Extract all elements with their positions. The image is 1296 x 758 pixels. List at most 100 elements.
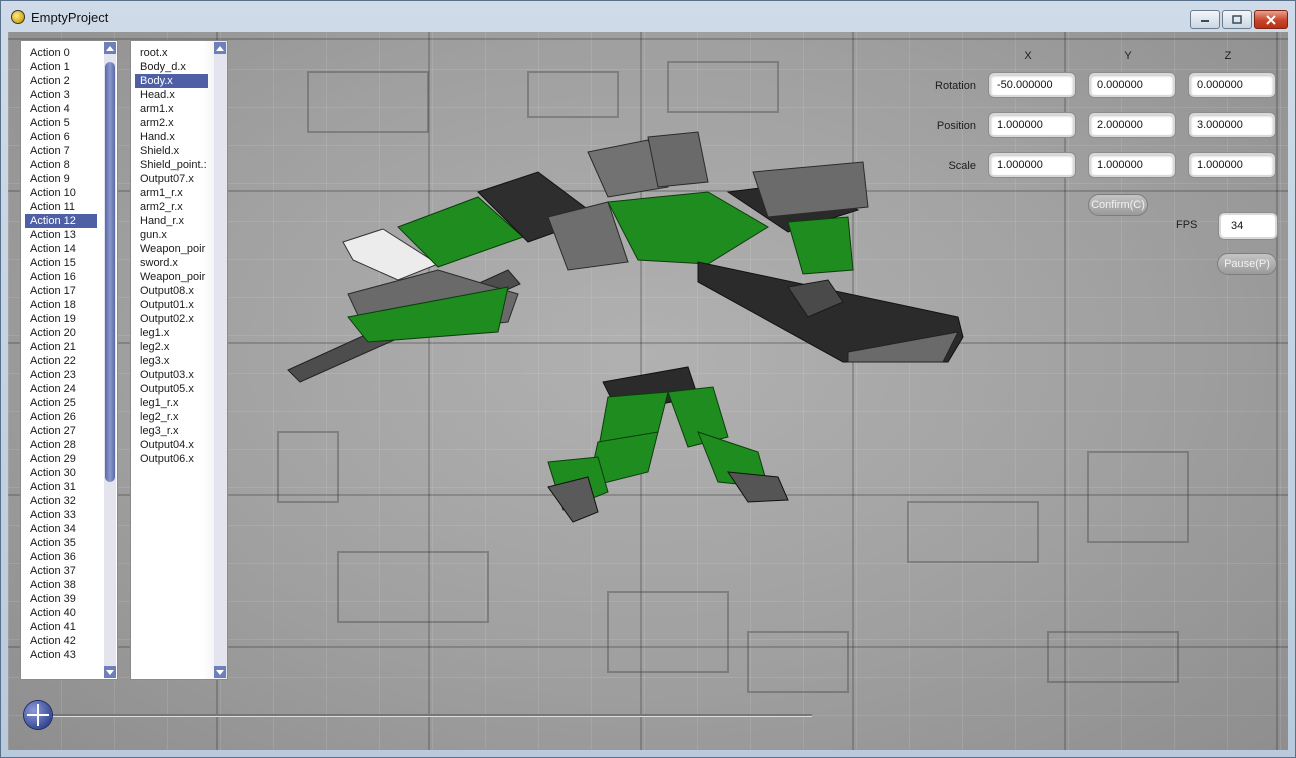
minimize-button[interactable]: [1190, 10, 1220, 29]
action-list-item[interactable]: Action 13: [25, 228, 97, 242]
rotation-y-field[interactable]: 0.000000: [1089, 73, 1175, 97]
action-list-item[interactable]: Action 23: [25, 368, 97, 382]
action-list-item[interactable]: Action 36: [25, 550, 97, 564]
action-list-item[interactable]: Action 14: [25, 242, 97, 256]
files-scrollbar[interactable]: [214, 42, 226, 678]
action-list-item[interactable]: Action 30: [25, 466, 97, 480]
action-list-item[interactable]: Action 7: [25, 144, 97, 158]
mesh-file-list-item[interactable]: Output03.x: [135, 368, 208, 382]
action-list-item[interactable]: Action 37: [25, 564, 97, 578]
mesh-file-list-item[interactable]: Weapon_poir: [135, 270, 208, 284]
action-list-item[interactable]: Action 0: [25, 46, 97, 60]
action-list-item[interactable]: Action 35: [25, 536, 97, 550]
mesh-file-list-item[interactable]: Output08.x: [135, 284, 208, 298]
scale-z-field[interactable]: 1.000000: [1189, 153, 1275, 177]
action-list-item[interactable]: Action 4: [25, 102, 97, 116]
action-list-item[interactable]: Action 41: [25, 620, 97, 634]
mesh-file-list-item[interactable]: leg1_r.x: [135, 396, 208, 410]
action-list-item[interactable]: Action 39: [25, 592, 97, 606]
mesh-file-list-item[interactable]: root.x: [135, 46, 208, 60]
action-list-item[interactable]: Action 27: [25, 424, 97, 438]
mesh-file-list-item[interactable]: sword.x: [135, 256, 208, 270]
timeline-slider-knob[interactable]: [24, 701, 52, 729]
action-list-item[interactable]: Action 19: [25, 312, 97, 326]
mesh-file-list-item[interactable]: Body_d.x: [135, 60, 208, 74]
mesh-file-list-item[interactable]: Output06.x: [135, 452, 208, 466]
mesh-file-list-item[interactable]: arm2.x: [135, 116, 208, 130]
scroll-up-button[interactable]: [214, 42, 226, 54]
action-list-item[interactable]: Action 12: [25, 214, 97, 228]
action-list-item[interactable]: Action 24: [25, 382, 97, 396]
action-list-item[interactable]: Action 43: [25, 648, 97, 662]
action-list-item[interactable]: Action 6: [25, 130, 97, 144]
mesh-file-list-item[interactable]: Hand_r.x: [135, 214, 208, 228]
close-button[interactable]: [1254, 10, 1288, 29]
action-list-item[interactable]: Action 32: [25, 494, 97, 508]
fps-field[interactable]: 34: [1219, 213, 1277, 239]
rotation-z-field[interactable]: 0.000000: [1189, 73, 1275, 97]
mesh-file-list-item[interactable]: gun.x: [135, 228, 208, 242]
action-list-item[interactable]: Action 3: [25, 88, 97, 102]
mesh-file-list-item[interactable]: arm1_r.x: [135, 186, 208, 200]
action-list-item[interactable]: Action 40: [25, 606, 97, 620]
action-list-item[interactable]: Action 15: [25, 256, 97, 270]
action-list-item[interactable]: Action 42: [25, 634, 97, 648]
action-list-item[interactable]: Action 2: [25, 74, 97, 88]
actions-list[interactable]: Action 0 Action 1 Action 2 Action 3 Action 4…: [20, 40, 118, 680]
action-list-item[interactable]: Action 22: [25, 354, 97, 368]
scale-y-field[interactable]: 1.000000: [1089, 153, 1175, 177]
action-list-item[interactable]: Action 34: [25, 522, 97, 536]
action-list-item[interactable]: Action 21: [25, 340, 97, 354]
mesh-file-list-item[interactable]: leg3_r.x: [135, 424, 208, 438]
scroll-up-button[interactable]: [104, 42, 116, 54]
mesh-file-list-item[interactable]: arm1.x: [135, 102, 208, 116]
mesh-file-list-item[interactable]: leg3.x: [135, 354, 208, 368]
mesh-file-list-item[interactable]: Body.x: [135, 74, 208, 88]
pause-button[interactable]: Pause(P): [1217, 253, 1277, 275]
mesh-file-list-item[interactable]: Weapon_poir: [135, 242, 208, 256]
maximize-button[interactable]: [1222, 10, 1252, 29]
mesh-file-list-item[interactable]: Shield.x: [135, 144, 208, 158]
action-list-item[interactable]: Action 10: [25, 186, 97, 200]
action-list-item[interactable]: Action 18: [25, 298, 97, 312]
confirm-button[interactable]: Confirm(C): [1088, 194, 1148, 216]
mesh-file-list-item[interactable]: leg1.x: [135, 326, 208, 340]
action-list-item[interactable]: Action 31: [25, 480, 97, 494]
position-y-field[interactable]: 2.000000: [1089, 113, 1175, 137]
action-list-item[interactable]: Action 11: [25, 200, 97, 214]
action-list-item[interactable]: Action 33: [25, 508, 97, 522]
mesh-file-list-item[interactable]: Hand.x: [135, 130, 208, 144]
action-list-item[interactable]: Action 38: [25, 578, 97, 592]
action-list-item[interactable]: Action 9: [25, 172, 97, 186]
actions-scrollbar[interactable]: [104, 42, 116, 678]
timeline-track[interactable]: [48, 714, 812, 716]
mesh-file-list-item[interactable]: Head.x: [135, 88, 208, 102]
scroll-down-button[interactable]: [214, 666, 226, 678]
action-list-item[interactable]: Action 20: [25, 326, 97, 340]
mesh-file-list-item[interactable]: arm2_r.x: [135, 200, 208, 214]
mesh-file-list-item[interactable]: Output02.x: [135, 312, 208, 326]
action-list-item[interactable]: Action 8: [25, 158, 97, 172]
mesh-file-list-item[interactable]: leg2_r.x: [135, 410, 208, 424]
title-bar[interactable]: EmptyProject: [1, 1, 1295, 33]
action-list-item[interactable]: Action 16: [25, 270, 97, 284]
action-list-item[interactable]: Action 5: [25, 116, 97, 130]
position-x-field[interactable]: 1.000000: [989, 113, 1075, 137]
action-list-item[interactable]: Action 17: [25, 284, 97, 298]
mesh-file-list-item[interactable]: Output04.x: [135, 438, 208, 452]
action-list-item[interactable]: Action 29: [25, 452, 97, 466]
action-list-item[interactable]: Action 28: [25, 438, 97, 452]
rotation-x-field[interactable]: -50.000000: [989, 73, 1075, 97]
scale-x-field[interactable]: 1.000000: [989, 153, 1075, 177]
action-list-item[interactable]: Action 1: [25, 60, 97, 74]
position-z-field[interactable]: 3.000000: [1189, 113, 1275, 137]
scroll-down-button[interactable]: [104, 666, 116, 678]
action-list-item[interactable]: Action 25: [25, 396, 97, 410]
mesh-file-list-item[interactable]: leg2.x: [135, 340, 208, 354]
mesh-file-list-item[interactable]: Shield_point.:: [135, 158, 208, 172]
mesh-file-list-item[interactable]: Output01.x: [135, 298, 208, 312]
action-list-item[interactable]: Action 26: [25, 410, 97, 424]
actions-scrollbar-thumb[interactable]: [105, 62, 115, 482]
mesh-files-list[interactable]: root.x Body_d.x Body.x Head.x arm1.x arm2.x Ha…: [130, 40, 228, 680]
mesh-file-list-item[interactable]: Output07.x: [135, 172, 208, 186]
